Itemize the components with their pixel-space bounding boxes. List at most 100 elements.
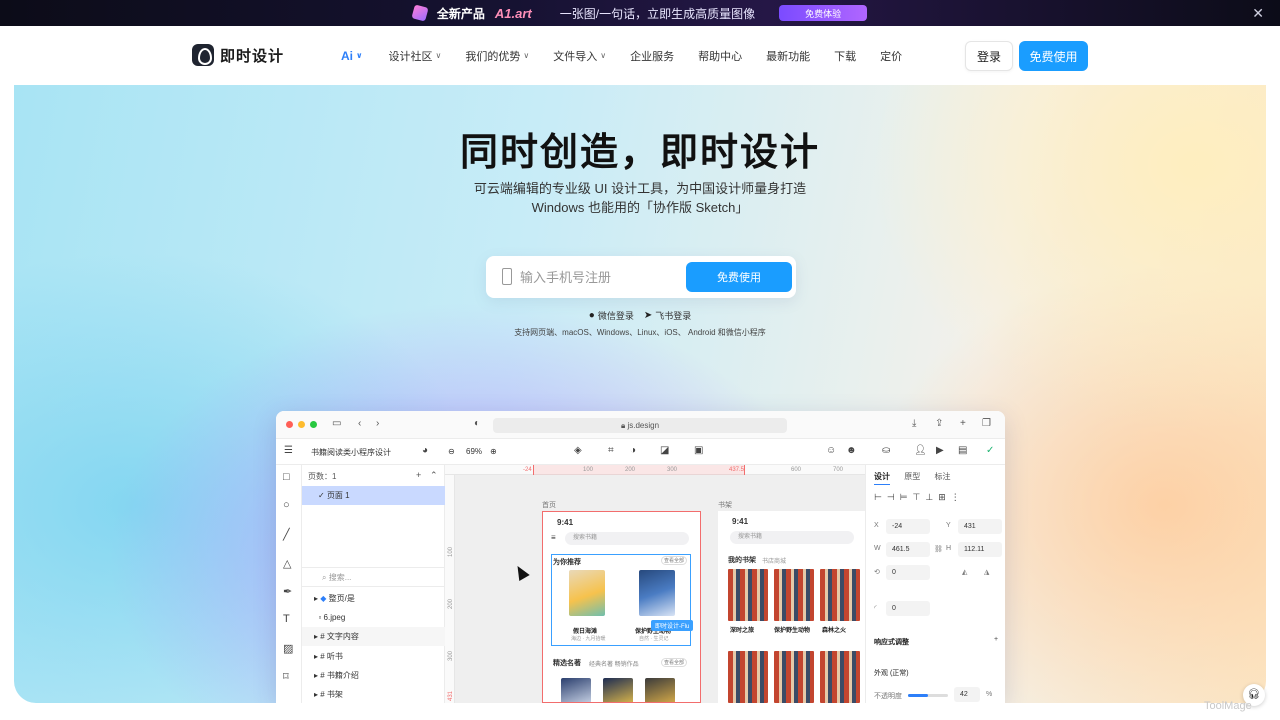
zoom-in-icon: ⊕: [490, 447, 497, 456]
menu-icon: ☰: [284, 445, 293, 456]
pen-icon[interactable]: ✒: [283, 585, 292, 598]
layer-item[interactable]: ▸ # 听书: [302, 647, 445, 666]
nav-item-download[interactable]: 下载: [834, 48, 856, 64]
text-icon[interactable]: T: [283, 613, 290, 625]
ruler-tick: 431: [448, 690, 455, 702]
line-icon[interactable]: ╱: [283, 528, 290, 541]
sidebar-icon: ▭: [332, 418, 342, 429]
search-placeholder: 搜索...: [328, 573, 352, 582]
avatar: ☺: [826, 445, 837, 456]
ruler-tick: 200: [625, 467, 636, 473]
nav-label: 最新功能: [766, 50, 811, 63]
promo-prefix: 全新产品: [436, 6, 485, 21]
close-icon[interactable]: ✕: [1252, 5, 1264, 22]
nav-label: Ai: [341, 48, 353, 63]
link-icon[interactable]: ⛓: [934, 545, 943, 553]
y-field[interactable]: 431: [958, 519, 1002, 534]
tab-annotate[interactable]: 标注: [934, 472, 950, 481]
cursor-icon: [512, 562, 530, 582]
h-field[interactable]: 112.11: [958, 542, 1002, 557]
nav-item-import[interactable]: 文件导入 ∨: [553, 48, 606, 64]
properties-panel: 设计 原型 标注 ⊢⊣⊨⊤⊥⊞⋮ X -24 Y 431 W 461.5 ⛓ H…: [865, 465, 1005, 703]
layer-item[interactable]: ▸ # 书籍介绍: [302, 666, 445, 685]
nav-item-new-features[interactable]: 最新功能: [766, 48, 810, 64]
team-icon: 👤︎: [914, 445, 927, 456]
ruler-selection: [533, 465, 745, 475]
ruler-tick: -24: [523, 467, 532, 473]
share-icon: ⇪: [935, 418, 944, 429]
recommend-title: 为你推荐: [553, 559, 581, 566]
promo-banner[interactable]: 全新产品 A1.art 一张图/一句话，立即生成高质量图像 免费体验 ✕: [0, 0, 1280, 26]
design-canvas[interactable]: -24 100 200 300 437.5 600 700 100 200 30…: [445, 465, 865, 703]
hero-subtitle: 可云端编辑的专业级 UI 设计工具，为中国设计师量身打造 Windows 也能用…: [14, 179, 1266, 217]
pages-label: 页数：1: [308, 472, 337, 481]
flip-vertical-icon[interactable]: ◮: [984, 568, 989, 576]
tab-prototype[interactable]: 原型: [904, 472, 920, 481]
nav-item-advantages[interactable]: 我们的优势 ∨: [465, 48, 529, 64]
nav-item-community[interactable]: 设计社区 ∨: [389, 48, 442, 64]
ruler-tick: 100: [448, 546, 455, 558]
free-use-button[interactable]: 免费使用: [1019, 41, 1088, 71]
opacity-label: 不透明度: [874, 693, 902, 700]
rectangle-icon[interactable]: □: [283, 471, 290, 483]
triangle-icon[interactable]: △: [283, 557, 291, 570]
poster-title: 深时之旅: [730, 628, 755, 634]
nav-menu: Ai ∨ 设计社区 ∨ 我们的优势 ∨ 文件导入 ∨ 企业服务 帮助中心 最新功能 下载…: [341, 26, 926, 85]
opacity-field[interactable]: 42: [954, 687, 980, 702]
tabs-icon: ❐: [982, 418, 991, 429]
wechat-login-link[interactable]: ● 微信登录: [589, 309, 634, 322]
layer-item[interactable]: ▸ # 文字内容: [302, 627, 445, 646]
mask-icon: ◑: [630, 445, 637, 456]
image-icon[interactable]: ▨: [283, 642, 293, 655]
x-field[interactable]: -24: [886, 519, 930, 534]
phone-frame-shelf[interactable]: 9:41 搜索书籍 我的书架 书店商城 深时之旅 保护野生动物 森林之火: [718, 511, 865, 703]
feishu-login-link[interactable]: ➤ 飞书登录: [644, 309, 691, 322]
appearance-title[interactable]: 外观 (正常): [874, 668, 909, 678]
phone-input[interactable]: [520, 264, 680, 290]
watermark: ToolMage: [1204, 700, 1252, 712]
view-all-button: 查看全部: [661, 556, 687, 565]
book-title: 假日海滩: [573, 629, 598, 635]
book-poster: [728, 569, 768, 621]
rotation-field[interactable]: 0: [886, 565, 930, 580]
nav-label: 设计社区: [388, 50, 433, 63]
alt-login: ● 微信登录 ➤ 飞书登录: [14, 309, 1266, 322]
tab-design[interactable]: 设计: [874, 472, 890, 485]
crop-tool-icon[interactable]: ⌑: [283, 670, 289, 683]
nav-label: 文件导入: [553, 50, 598, 63]
collaborator-tag: 即时设计-Flu: [651, 620, 694, 631]
book-poster: [728, 651, 768, 703]
logo[interactable]: 即时设计: [192, 44, 284, 66]
tool-bar: □ ○ ╱ △ ✒ T ▨ ⌑: [276, 465, 302, 703]
book-cover: [639, 570, 675, 616]
nav-label: 下载: [834, 50, 857, 63]
nav-item-ai[interactable]: Ai ∨: [341, 49, 363, 63]
collapse-icon[interactable]: ⌃: [430, 470, 438, 481]
layer-item[interactable]: ▫ 6.jpeg: [302, 608, 445, 627]
align-tools[interactable]: ⊢⊣⊨⊤⊥⊞⋮: [874, 492, 965, 503]
ellipse-icon[interactable]: ○: [283, 499, 290, 511]
shield-icon: ◐: [474, 418, 481, 429]
gem-icon: [411, 4, 429, 22]
hero-subtitle-line-1: 可云端编辑的专业级 UI 设计工具，为中国设计师量身打造: [473, 181, 807, 196]
ruler-tick: 300: [667, 467, 678, 473]
opacity-slider[interactable]: [908, 694, 948, 697]
flip-horizontal-icon[interactable]: ◭: [962, 568, 967, 576]
nav-item-enterprise[interactable]: 企业服务: [630, 48, 674, 64]
nav-item-pricing[interactable]: 定价: [880, 48, 902, 64]
login-button[interactable]: 登录: [965, 41, 1013, 71]
layer-search-input[interactable]: ⌕ 搜索...: [302, 567, 445, 587]
status-time: 9:41: [732, 517, 749, 526]
add-page-icon[interactable]: +: [416, 470, 421, 480]
w-field[interactable]: 461.5: [886, 542, 930, 557]
layer-item[interactable]: ▸ # 书架: [302, 685, 445, 703]
signup-button[interactable]: 免费使用: [686, 262, 792, 292]
phone-frame-home[interactable]: 9:41 ≡ 搜索书籍 为你推荐 查看全部 假日海滩 海边 · 九月拾暖 保护野…: [542, 511, 701, 703]
layer-item[interactable]: ▸ ◆ 整页/是: [302, 589, 445, 608]
page-item[interactable]: ✓ 页面 1: [302, 486, 445, 505]
frame-icon: ⌗: [608, 445, 614, 456]
radius-field[interactable]: 0: [886, 601, 930, 616]
add-icon[interactable]: +: [994, 636, 998, 643]
promo-try-button[interactable]: 免费体验: [779, 5, 868, 21]
nav-item-help[interactable]: 帮助中心: [698, 48, 742, 64]
